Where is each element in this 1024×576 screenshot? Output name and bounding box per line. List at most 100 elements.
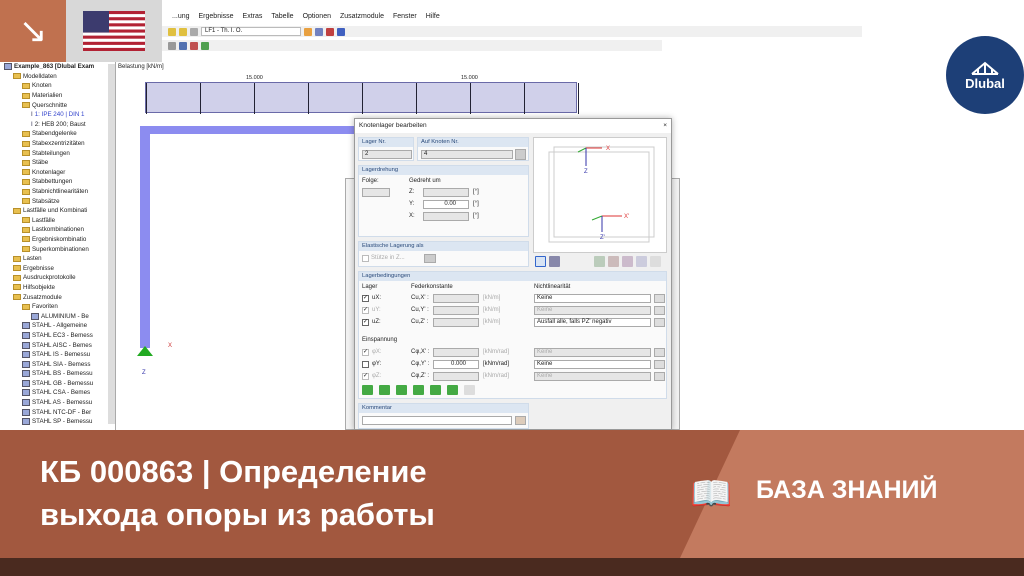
sequence-select[interactable] [362,188,390,197]
spring-field[interactable]: 0.000 [433,360,479,369]
load-case-select[interactable]: LF1 - Th. I. O. [201,27,301,36]
menu-item[interactable]: Zusatzmodule [340,13,384,24]
tree-item[interactable]: STAHL IS - Bemessu [0,350,115,360]
support-type-button[interactable] [413,385,424,395]
tree-scrollbar[interactable] [108,64,115,424]
restraint-checkbox[interactable]: ✓ [362,373,369,380]
tree-item[interactable]: Modelldaten [0,72,115,82]
tree-item[interactable]: STAHL - Allgemeine [0,321,115,331]
tree-item[interactable]: STAHL SIA - Bemess [0,359,115,369]
view-button[interactable] [535,256,546,267]
spring-field[interactable] [433,306,479,315]
menu-item[interactable]: ...ung [172,13,190,24]
tree-item[interactable]: STAHL CSA - Bemes [0,388,115,398]
nonlinearity-select[interactable]: Keine [534,360,651,369]
tree-item[interactable]: Stabsätze [0,196,115,206]
tree-item[interactable]: STAHL SP - Bemessu [0,417,115,427]
support-type-button[interactable] [396,385,407,395]
comment-library-button[interactable] [515,416,526,425]
nonlinearity-edit-button[interactable] [654,294,665,303]
tree-item[interactable]: Stabbettungen [0,177,115,187]
support-no-field[interactable]: 2 [362,150,412,159]
column-edit-button[interactable] [424,254,436,263]
support-type-button[interactable] [379,385,390,395]
tree-item[interactable]: Example_863 [Dlubal Exam [0,62,115,72]
menu-item[interactable]: Hilfe [426,13,440,24]
restraint-checkbox[interactable]: ✓ [362,295,369,302]
render-button[interactable] [549,256,560,267]
tree-item[interactable]: Hilfsobjekte [0,283,115,293]
beam-member[interactable] [145,126,365,134]
menu-item[interactable]: Optionen [303,13,331,24]
free-button[interactable] [464,385,475,395]
zoom-button[interactable] [650,256,661,267]
tree-item[interactable]: Zusatzmodule [0,292,115,302]
view-icon[interactable] [190,27,198,36]
nonlinearity-edit-button[interactable] [654,306,665,315]
tool-icon[interactable] [326,27,334,36]
nonlinearity-select[interactable]: Keine [534,306,651,315]
restraint-checkbox[interactable]: ✓ [362,349,369,356]
restraint-checkbox[interactable]: ✓ [362,319,369,326]
tree-item[interactable]: Ausdruckprotokolle [0,273,115,283]
tree-item[interactable]: STAHL NTC-DF - Ber [0,407,115,417]
nonlinearity-select[interactable]: Ausfall alle, falls PZ' negativ [534,318,651,327]
rot-z-field[interactable] [423,188,469,197]
tree-item[interactable]: Knoten [0,81,115,91]
support-type-button[interactable] [430,385,441,395]
tree-item[interactable]: Ergebniskombinatio [0,235,115,245]
tree-item[interactable]: STAHL EC3 - Bemess [0,331,115,341]
tree-item[interactable]: Querschnitte [0,100,115,110]
tree-item[interactable]: Stabteilungen [0,148,115,158]
spring-field[interactable] [433,294,479,303]
menu-item[interactable]: Ergebnisse [199,13,234,24]
nonlinearity-select[interactable]: Keine [534,372,651,381]
tree-item[interactable]: Materialien [0,91,115,101]
tree-item[interactable]: Lastfälle [0,216,115,226]
tree-item[interactable]: Ergebnisse [0,263,115,273]
support-type-button[interactable] [362,385,373,395]
menu-item[interactable]: Tabelle [271,13,293,24]
rot-x-field[interactable] [423,212,469,221]
view-z-button[interactable] [622,256,633,267]
nonlinearity-edit-button[interactable] [654,318,665,327]
tree-item[interactable]: Superkombinationen [0,244,115,254]
view-x-button[interactable] [594,256,605,267]
view-y-button[interactable] [608,256,619,267]
nonlinearity-select[interactable]: Keine [534,294,651,303]
close-button[interactable]: × [663,122,667,130]
tool-icon[interactable] [315,27,323,36]
tool-icon[interactable] [337,27,345,36]
restraint-checkbox[interactable] [362,361,369,368]
tree-item[interactable]: Lastfälle und Kombinati [0,206,115,216]
distributed-load[interactable]: 15.000 15.000 [145,75,579,114]
folder-icon[interactable] [179,27,187,36]
tree-item[interactable]: I 2: HEB 200; Baust [0,120,115,130]
column-checkbox[interactable] [362,255,369,262]
nonlinearity-edit-button[interactable] [654,372,665,381]
tree-item[interactable]: STAHL AISC - Bemes [0,340,115,350]
tree-item[interactable]: Stäbe [0,158,115,168]
open-icon[interactable] [168,27,176,36]
tool-icon[interactable] [179,41,187,50]
tree-item[interactable]: STAHL GB - Bemessu [0,379,115,389]
pick-node-button[interactable] [515,149,526,160]
tree-item[interactable]: STAHL BS - Bemessu [0,369,115,379]
nonlinearity-edit-button[interactable] [654,360,665,369]
nonlinearity-edit-button[interactable] [654,348,665,357]
tree-item[interactable]: Lasten [0,254,115,264]
tree-item[interactable]: Knotenlager [0,168,115,178]
support-type-button[interactable] [447,385,458,395]
tool-icon[interactable] [304,27,312,36]
tree-item[interactable]: Favoriten [0,302,115,312]
tree-item[interactable]: STAHL AS - Bemessu [0,398,115,408]
tree-item[interactable]: ALUMINIUM - Be [0,311,115,321]
tree-item[interactable]: Stabexzentrizitäten [0,139,115,149]
menu-item[interactable]: Extras [243,13,263,24]
nonlinearity-select[interactable]: Keine [534,348,651,357]
tool-icon[interactable] [190,41,198,50]
tree-item[interactable]: Stabnichtlinearitäten [0,187,115,197]
us-flag-icon[interactable] [66,0,162,62]
tool-icon[interactable] [168,41,176,50]
tree-item[interactable]: Stabendgelenke [0,129,115,139]
